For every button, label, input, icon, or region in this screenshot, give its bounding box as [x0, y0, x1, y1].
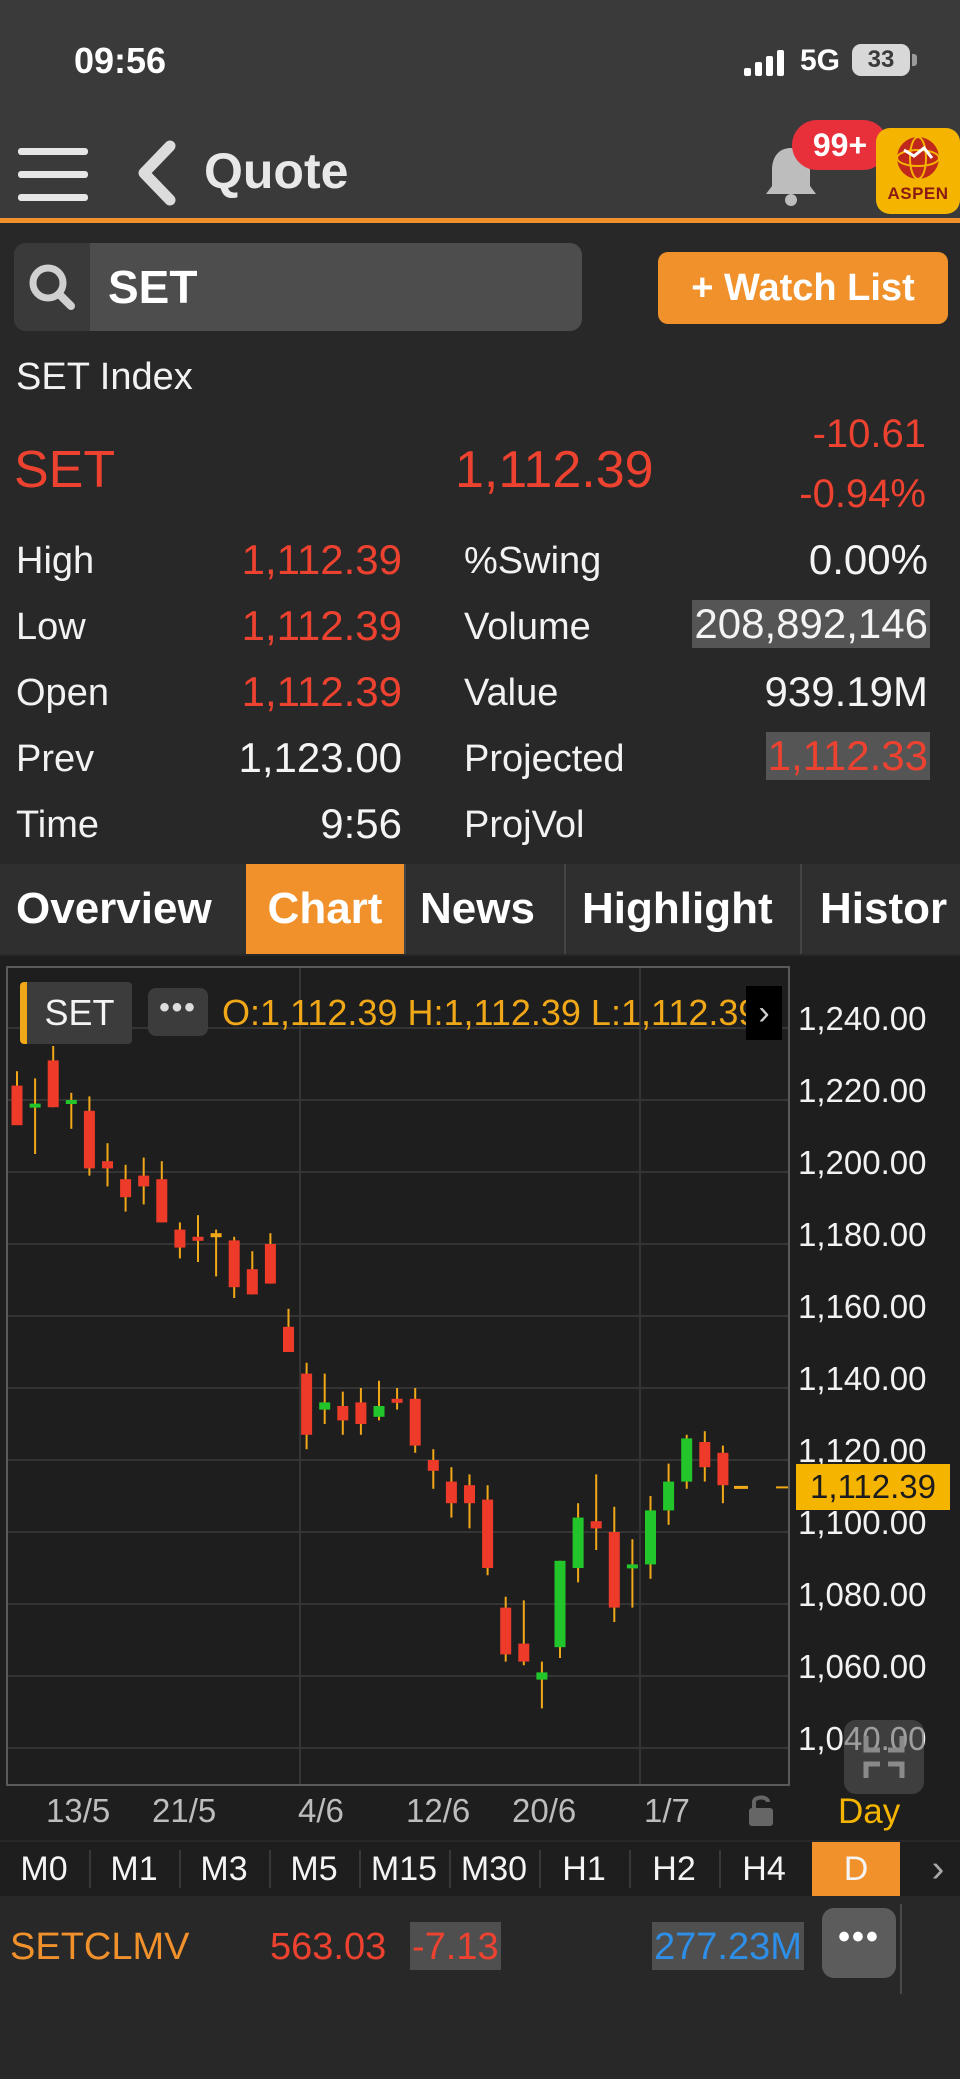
ticker-change: -7.13	[410, 1922, 501, 1970]
chart-more-button[interactable]: •••	[148, 988, 208, 1036]
timeframe-m1[interactable]: M1	[90, 1842, 178, 1896]
tab-bar: Overview Chart News Highlight Histor	[0, 864, 960, 954]
x-tick: 20/6	[512, 1792, 577, 1829]
timeframe-d[interactable]: D	[812, 1842, 900, 1896]
ticker-volume: 277.23M	[652, 1922, 804, 1970]
symbol: SET	[14, 441, 116, 499]
x-tick: 13/5	[46, 1792, 111, 1829]
tab-highlight[interactable]: Highlight	[582, 864, 800, 954]
y-tick: 1,060.00	[798, 1648, 927, 1685]
collapse-icon	[863, 1736, 905, 1778]
x-tick: 21/5	[152, 1792, 217, 1829]
ticker-row[interactable]: SETCLMV 563.03 -7.13 277.23M •••	[0, 1898, 960, 2000]
x-tick: 12/6	[406, 1792, 471, 1829]
timeframe-m30[interactable]: M30	[450, 1842, 538, 1896]
projected-label: Projected	[464, 738, 625, 780]
y-tick: 1,180.00	[798, 1216, 927, 1253]
price-change: -10.61	[812, 412, 926, 456]
chevron-right-icon[interactable]: ›	[746, 986, 782, 1040]
volume-value: 208,892,146	[692, 600, 930, 648]
time-value: 9:56	[320, 800, 402, 847]
lock-icon[interactable]	[746, 1792, 776, 1828]
prev-label: Prev	[16, 738, 95, 780]
add-watch-list-button[interactable]: + Watch List	[658, 252, 948, 324]
timeframe-h4[interactable]: H4	[720, 1842, 808, 1896]
low-label: Low	[16, 606, 86, 648]
timeframe-h1[interactable]: H1	[540, 1842, 628, 1896]
timeframe-m3[interactable]: M3	[180, 1842, 268, 1896]
ticker-divider	[900, 1904, 902, 1994]
high-label: High	[16, 540, 95, 582]
signal-icon	[744, 50, 786, 76]
period-label[interactable]: Day	[838, 1792, 900, 1832]
value-value: 939.19M	[764, 668, 928, 715]
search-box[interactable]	[14, 243, 582, 331]
notification-badge[interactable]: 99+	[792, 120, 888, 170]
tab-divider	[404, 864, 406, 954]
status-bar: 09:56 5G 33	[0, 0, 960, 120]
tab-divider	[564, 864, 566, 954]
ticker-price: 563.03	[270, 1926, 387, 1968]
high-value: 1,112.39	[241, 536, 402, 583]
volume-label: Volume	[464, 606, 591, 648]
y-tick: 1,160.00	[798, 1288, 927, 1325]
swing-value: 0.00%	[808, 536, 928, 583]
tab-overview[interactable]: Overview	[16, 864, 246, 954]
ohlc-readout: O:1,112.39 H:1,112.39 L:1,112.39	[222, 992, 750, 1033]
index-name: SET Index	[16, 356, 193, 398]
menu-icon[interactable]	[18, 146, 90, 206]
globe-icon	[896, 136, 940, 180]
low-value: 1,112.39	[241, 602, 402, 649]
search-icon	[29, 264, 75, 310]
x-tick: 4/6	[298, 1792, 344, 1829]
open-label: Open	[16, 672, 109, 714]
last-price: 1,112.39	[455, 441, 654, 499]
search-input[interactable]	[108, 243, 568, 331]
timeframe-m5[interactable]: M5	[270, 1842, 358, 1896]
y-tick: 1,220.00	[798, 1072, 927, 1109]
swing-label: %Swing	[464, 540, 602, 582]
chart-plot-frame	[6, 966, 790, 1786]
prev-value: 1,123.00	[238, 734, 403, 781]
timeframe-m0[interactable]: M0	[0, 1842, 88, 1896]
open-value: 1,112.39	[241, 668, 402, 715]
status-time: 09:56	[74, 40, 167, 81]
y-tick: 1,080.00	[798, 1576, 927, 1613]
y-tick: 1,140.00	[798, 1360, 927, 1397]
projected-value: 1,112.33	[765, 732, 930, 780]
projvol-label: ProjVol	[464, 804, 585, 846]
tab-chart[interactable]: Chart	[246, 864, 404, 954]
battery-nub	[912, 54, 917, 66]
timeframe-bar: M0 M1 M3 M5 M15 M30 H1 H2 H4 D ›	[0, 1842, 960, 1896]
y-tick: 1,240.00	[798, 1000, 927, 1037]
network-label: 5G	[800, 44, 841, 77]
chevron-right-icon[interactable]: ›	[916, 1842, 960, 1896]
nav-bar: Quote 99+ ASPEN	[0, 120, 960, 223]
timeframe-h2[interactable]: H2	[630, 1842, 718, 1896]
chart-symbol-button[interactable]: SET	[20, 982, 132, 1044]
page-title: Quote	[204, 143, 349, 199]
ticker-more-button[interactable]: •••	[822, 1908, 896, 1978]
chart-area[interactable]: SET ••• O:1,112.39 H:1,112.39 L:1,112.39…	[0, 956, 960, 1840]
logo-text: ASPEN	[887, 184, 949, 203]
time-label: Time	[16, 804, 100, 846]
current-price-tag: 1,112.39	[796, 1464, 950, 1510]
y-tick: 1,200.00	[798, 1144, 927, 1181]
percent-change: -0.94%	[799, 472, 926, 516]
timeframe-m15[interactable]: M15	[360, 1842, 448, 1896]
tab-news[interactable]: News	[420, 864, 564, 954]
aspen-logo[interactable]: ASPEN	[876, 128, 960, 214]
search-icon-wrap	[14, 243, 90, 331]
expand-chart-button[interactable]	[844, 1720, 924, 1794]
back-icon[interactable]	[132, 140, 182, 206]
value-label: Value	[464, 672, 559, 714]
tab-history[interactable]: Histor	[820, 864, 960, 954]
ticker-symbol: SETCLMV	[10, 1926, 190, 1968]
battery-icon: 33	[852, 44, 910, 76]
tab-divider	[800, 864, 802, 954]
x-tick: 1/7	[644, 1792, 690, 1829]
